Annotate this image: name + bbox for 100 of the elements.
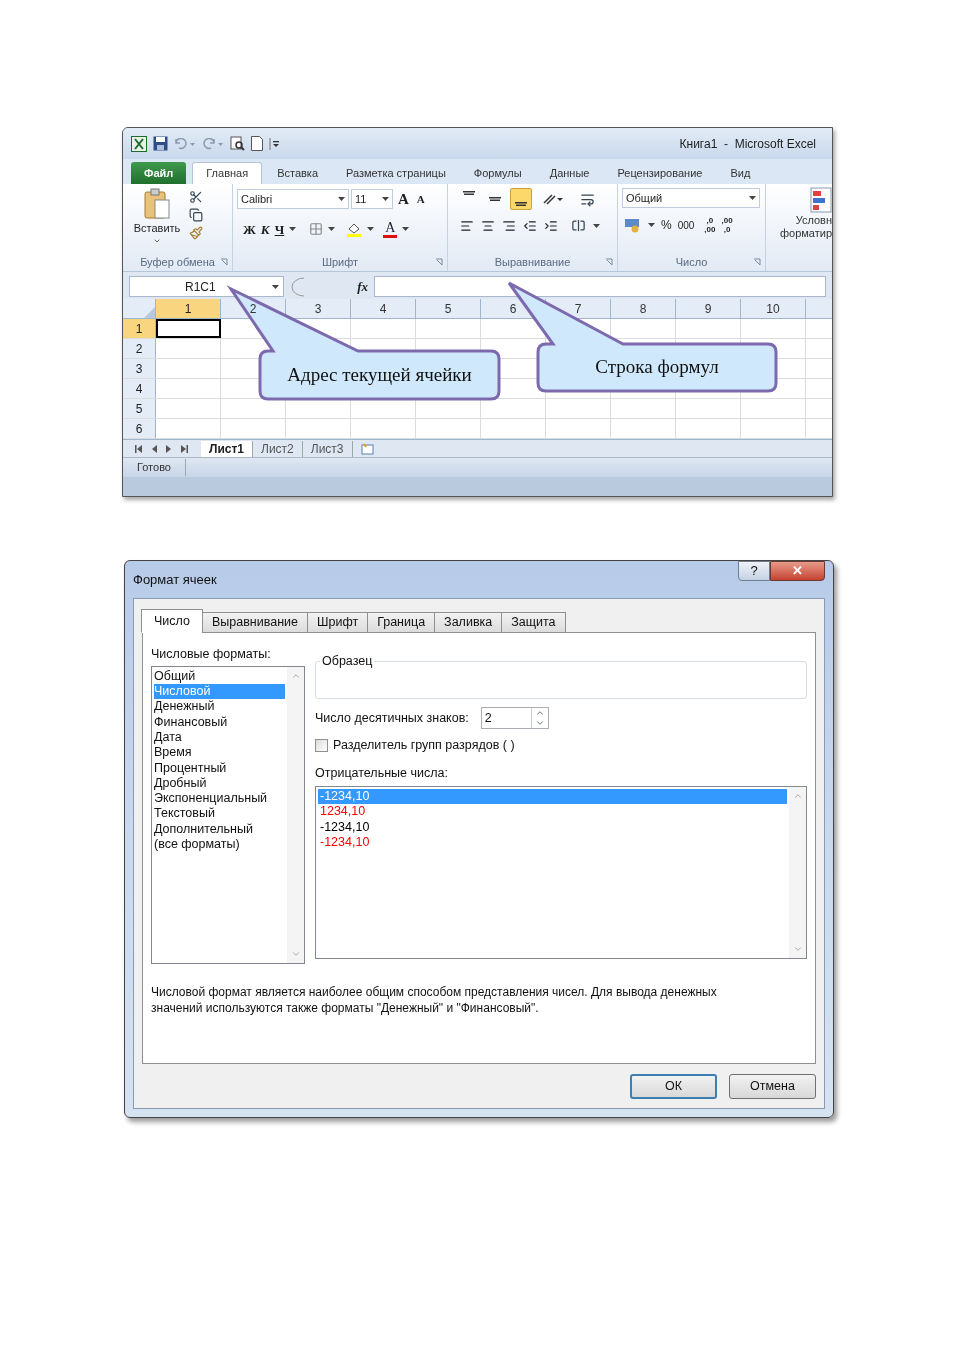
decrease-decimal-button[interactable]: ,00 ,0	[721, 216, 733, 234]
dialog-tab[interactable]: Шрифт	[307, 612, 369, 633]
increase-decimal-button[interactable]: ,0 ,00	[704, 216, 716, 234]
ribbon-tab[interactable]: Главная	[192, 162, 263, 184]
print-preview-icon[interactable]	[230, 136, 245, 151]
shrink-font-button[interactable]: A	[413, 191, 428, 208]
text-orientation-icon[interactable]	[542, 193, 564, 205]
row-header[interactable]: 4	[123, 379, 156, 398]
list-item[interactable]: 1234,10	[318, 804, 787, 820]
sheet-tab[interactable]: Лист2	[253, 440, 303, 457]
font-color-button[interactable]: A	[383, 220, 398, 238]
dialog-launcher-icon[interactable]	[220, 258, 228, 266]
dialog-launcher-icon[interactable]	[435, 258, 443, 266]
fill-color-icon[interactable]	[346, 221, 363, 238]
dialog-tab[interactable]: Выравнивание	[201, 612, 308, 633]
list-item[interactable]: -1234,10	[318, 819, 787, 835]
ribbon-tab[interactable]: Вид	[717, 162, 764, 184]
separator-checkbox[interactable]: Разделитель групп разрядов ( )	[315, 736, 807, 755]
conditional-format-icon[interactable]	[810, 186, 832, 214]
column-header[interactable]: 10	[766, 299, 780, 318]
row-header[interactable]: 5	[123, 399, 156, 418]
list-item[interactable]: Дробный	[154, 775, 285, 792]
list-item[interactable]: Денежный	[154, 699, 285, 715]
wrap-text-icon[interactable]	[580, 191, 595, 207]
list-item[interactable]: Общий	[154, 668, 285, 685]
align-center-icon[interactable]	[481, 218, 495, 233]
spin-up-icon[interactable]	[534, 708, 545, 718]
row-header[interactable]: 1	[123, 319, 156, 338]
percent-button[interactable]: %	[661, 216, 672, 234]
paste-button[interactable]: Вставить	[131, 188, 183, 245]
underline-button[interactable]: Ч	[274, 219, 285, 239]
list-item[interactable]: Время	[154, 745, 285, 761]
active-cell[interactable]	[156, 319, 221, 338]
negative-numbers-list[interactable]: -1234,10 1234,10 -1234,10 -1234,10	[315, 785, 807, 959]
decimals-spin-field[interactable]: 2	[480, 707, 549, 729]
align-right-icon[interactable]	[502, 218, 516, 233]
list-item[interactable]: Дополнительный	[154, 821, 285, 837]
column-header[interactable]: 5	[444, 299, 452, 318]
customize-menu-icon[interactable]	[269, 137, 279, 150]
number-format-field[interactable]: Общий	[622, 188, 760, 208]
copy-icon[interactable]	[189, 208, 203, 222]
list-item[interactable]: Процентный	[154, 760, 285, 776]
name-box[interactable]: R1C1	[129, 276, 284, 297]
row-header[interactable]: 6	[123, 419, 156, 438]
list-item[interactable]: -1234,10	[318, 835, 787, 851]
new-document-icon[interactable]	[251, 136, 263, 151]
formula-field[interactable]	[374, 276, 826, 297]
thousands-button[interactable]: 000	[677, 217, 695, 233]
sheet-tab[interactable]: Лист3	[302, 440, 353, 457]
format-list[interactable]: Общий Числовой Денежный Финансовый Дата Время Процентный Дробный Экспоненциальный Текстовый Дополнительный (все форматы)	[151, 665, 305, 964]
ribbon-tab[interactable]: Вставка	[264, 162, 332, 184]
dialog-button[interactable]: ОК	[630, 1074, 717, 1099]
cut-icon[interactable]	[189, 190, 203, 204]
currency-icon[interactable]	[624, 217, 642, 233]
sheet-tab[interactable]: Лист1	[201, 440, 254, 457]
sheet-nav-icon[interactable]	[180, 444, 188, 453]
grow-font-button[interactable]: A	[395, 188, 412, 211]
dialog-tab[interactable]: Граница	[367, 612, 436, 633]
insert-function-button[interactable]: fx	[357, 276, 368, 297]
sheet-nav-icon[interactable]	[135, 444, 143, 453]
row-header[interactable]: 2	[123, 339, 156, 358]
dialog-launcher-icon[interactable]	[605, 258, 613, 266]
ribbon-tab[interactable]: Разметка страницы	[333, 162, 459, 184]
row-header[interactable]: 3	[123, 359, 156, 378]
font-size-field[interactable]: 11	[351, 189, 393, 210]
column-header[interactable]: 4	[379, 299, 387, 318]
italic-button[interactable]: К	[260, 219, 270, 239]
column-header[interactable]: 1	[156, 299, 220, 318]
file-tab[interactable]: Файл	[131, 162, 187, 184]
dialog-tab[interactable]: Число	[141, 609, 203, 633]
list-item[interactable]: (все форматы)	[154, 837, 285, 853]
help-button[interactable]: ?	[738, 561, 770, 581]
column-header[interactable]: 8	[639, 299, 647, 318]
column-header[interactable]: 2	[249, 299, 257, 318]
list-item[interactable]: Экспоненциальный	[154, 791, 285, 807]
vertical-align-button[interactable]	[510, 188, 532, 210]
save-icon[interactable]	[153, 136, 168, 151]
align-left-icon[interactable]	[460, 218, 474, 233]
list-item[interactable]: Финансовый	[154, 714, 285, 730]
column-header[interactable]: 7	[574, 299, 582, 318]
dialog-launcher-icon[interactable]	[753, 258, 761, 266]
decrease-indent-icon[interactable]	[523, 218, 537, 233]
increase-indent-icon[interactable]	[544, 218, 558, 233]
dialog-tab[interactable]: Заливка	[434, 612, 503, 633]
conditional-formatting-button[interactable]: Условн форматир	[779, 214, 832, 240]
spin-down-icon[interactable]	[534, 718, 545, 728]
list-item[interactable]: Дата	[154, 729, 285, 746]
ribbon-tab[interactable]: Данные	[536, 162, 603, 184]
column-header[interactable]: 9	[704, 299, 712, 318]
dialog-tab[interactable]: Защита	[501, 612, 566, 633]
dialog-button[interactable]: Отмена	[729, 1074, 816, 1099]
ribbon-tab[interactable]: Рецензирование	[604, 162, 716, 184]
column-header[interactable]: 3	[314, 299, 322, 318]
ribbon-tab[interactable]: Формулы	[460, 162, 535, 184]
list-item[interactable]: Текстовый	[154, 806, 285, 822]
merge-cells-icon[interactable]	[571, 218, 586, 233]
column-header[interactable]: 6	[509, 299, 517, 318]
bold-button[interactable]: Ж	[243, 219, 256, 239]
borders-icon[interactable]	[309, 222, 324, 237]
font-name-field[interactable]: Calibri	[237, 189, 349, 210]
